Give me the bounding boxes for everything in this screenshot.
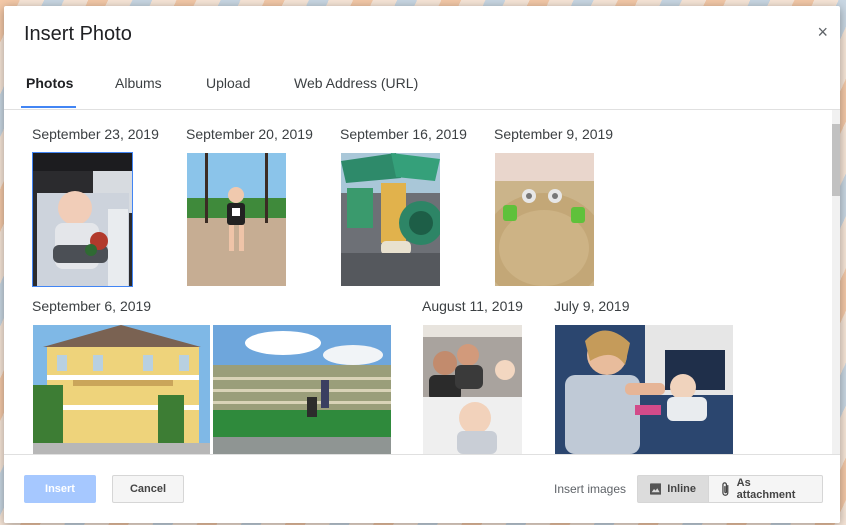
date-header: September 16, 2019: [340, 126, 467, 142]
close-icon[interactable]: ×: [817, 22, 828, 42]
attachment-option-button[interactable]: As attachment: [709, 475, 823, 503]
tab-bar: Photos Albums Upload Web Address (URL): [4, 64, 840, 110]
photo-grid: September 23, 2019 September 20, 2019 Se…: [4, 110, 840, 454]
photo-thumbnail[interactable]: [32, 152, 133, 287]
photo-thumbnail[interactable]: [341, 153, 440, 286]
tab-photos[interactable]: Photos: [26, 75, 73, 91]
scrollbar-thumb[interactable]: [832, 124, 840, 196]
date-header: September 23, 2019: [32, 126, 159, 142]
inline-option-label: Inline: [667, 483, 696, 495]
image-icon: [650, 483, 662, 495]
date-header: September 9, 2019: [494, 126, 614, 142]
date-header: September 20, 2019: [186, 126, 313, 142]
tab-albums[interactable]: Albums: [115, 75, 162, 91]
photo-thumbnail[interactable]: [555, 325, 733, 454]
photo-thumbnail[interactable]: [495, 153, 594, 286]
insert-photo-dialog: Insert Photo × Photos Albums Upload Web …: [4, 6, 840, 523]
inline-option-button[interactable]: Inline: [637, 475, 709, 503]
photo-thumbnail[interactable]: [213, 325, 391, 454]
insert-button[interactable]: Insert: [24, 475, 96, 503]
photo-thumbnail[interactable]: [187, 153, 286, 286]
dialog-footer: Insert Cancel Insert images Inline As at…: [4, 454, 840, 523]
tab-web-address[interactable]: Web Address (URL): [294, 75, 418, 91]
cancel-button[interactable]: Cancel: [112, 475, 184, 503]
tab-upload[interactable]: Upload: [206, 75, 250, 91]
insert-images-label: Insert images: [554, 482, 627, 496]
date-header: July 9, 2019: [554, 298, 630, 314]
paperclip-icon: [722, 482, 729, 496]
photo-thumbnail[interactable]: [423, 325, 522, 454]
active-tab-indicator: [21, 106, 76, 108]
date-header: August 11, 2019: [422, 298, 523, 314]
dialog-title: Insert Photo: [24, 23, 132, 45]
photo-thumbnail[interactable]: [33, 325, 210, 454]
attachment-option-label: As attachment: [736, 477, 796, 501]
date-header: September 6, 2019: [32, 298, 152, 314]
vertical-scrollbar[interactable]: [832, 110, 840, 454]
